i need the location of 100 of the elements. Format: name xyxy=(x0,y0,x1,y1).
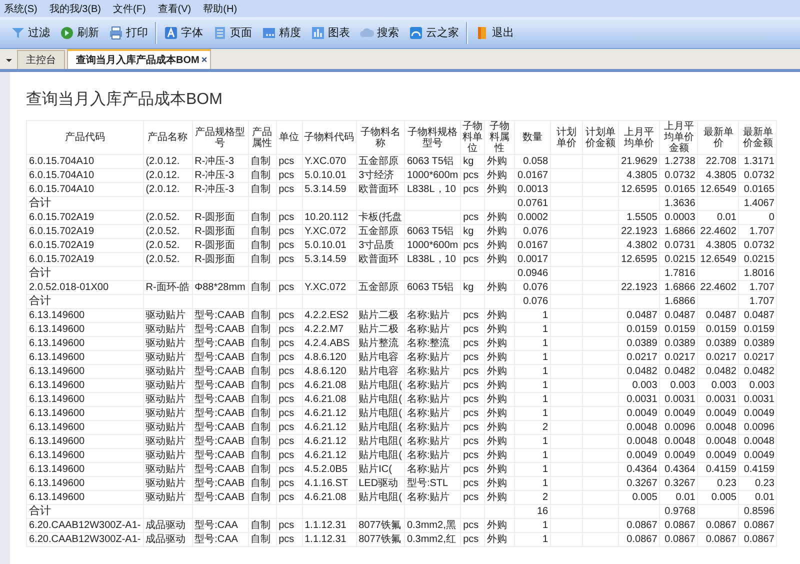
table-cell: 6.13.149600 xyxy=(26,350,144,364)
table-cell: 0.23 xyxy=(698,476,739,490)
table-cell: pcs xyxy=(276,420,302,434)
table-cell: 4.6.21.12 xyxy=(302,406,356,420)
table-cell: 4.8.6.120 xyxy=(302,350,356,364)
toolbar-button[interactable]: 刷新 xyxy=(57,23,102,42)
toolbar-button[interactable]: 云之家 xyxy=(406,23,462,42)
table-cell: 0.0031 xyxy=(618,392,660,406)
table-cell: 外购 xyxy=(484,336,515,350)
table-cell: 自制 xyxy=(248,406,276,420)
table-cell: 0.0049 xyxy=(618,448,660,462)
table-cell: 1000*600m xyxy=(404,238,461,252)
table-cell: 贴片电阻( xyxy=(356,392,404,406)
table-cell: 自制 xyxy=(248,238,276,252)
table-cell: 1.3636 xyxy=(660,196,698,210)
table-cell: 0.0487 xyxy=(738,308,777,322)
table-cell: 驱动贴片 xyxy=(143,336,192,350)
table-cell: 0 xyxy=(738,210,777,224)
table-cell: 1 xyxy=(514,308,551,322)
toolbar-button[interactable]: 过滤 xyxy=(8,23,53,42)
table-cell: pcs xyxy=(460,210,485,224)
table-cell: 0.0031 xyxy=(738,392,777,406)
table-cell: pcs xyxy=(460,322,485,336)
table-cell: 5.0.10.01 xyxy=(302,168,356,182)
table-cell: 0.0002 xyxy=(514,210,551,224)
table-cell: pcs xyxy=(460,490,485,504)
table-cell: pcs xyxy=(460,392,485,406)
table-cell: 驱动贴片 xyxy=(143,448,192,462)
table-cell: 型号:CAAB xyxy=(192,336,248,350)
toolbar-button[interactable]: 页面 xyxy=(210,23,255,42)
table-cell: (2.0.12. xyxy=(143,182,192,196)
table-cell: 外购 xyxy=(484,490,515,504)
table-cell: pcs xyxy=(460,462,485,476)
table-cell: 名称:贴片 xyxy=(404,350,461,364)
table-cell: 0.0167 xyxy=(514,168,551,182)
table-cell: 1000*600m xyxy=(404,168,461,182)
table-cell: pcs xyxy=(276,308,302,322)
table-cell: 自制 xyxy=(248,182,276,196)
table-cell: 4.3805 xyxy=(618,168,660,182)
menu-item[interactable]: 系统(S) xyxy=(4,2,38,16)
table-cell: Y.XC.070 xyxy=(302,154,356,168)
table-cell: 1 xyxy=(514,392,551,406)
table-cell: 0.0389 xyxy=(698,336,739,350)
table-cell: pcs xyxy=(460,434,485,448)
column-header: 计划单价 xyxy=(550,120,583,154)
table-cell: pcs xyxy=(276,392,302,406)
table-cell: 0.0096 xyxy=(660,420,698,434)
column-header: 子物料名称 xyxy=(356,120,404,154)
table-cell: 驱动贴片 xyxy=(143,364,192,378)
table-cell: 0.0487 xyxy=(660,308,698,322)
menu-item[interactable]: 文件(F) xyxy=(113,2,146,16)
table-cell: 贴片二极 xyxy=(356,322,404,336)
tab[interactable]: 查询当月入库产品成本BOM × xyxy=(67,49,212,69)
table-cell: 1 xyxy=(514,518,551,532)
table-cell: pcs xyxy=(460,168,485,182)
toolbar-button[interactable]: 打印 xyxy=(106,23,151,42)
table-cell: 5.3.14.59 xyxy=(302,182,356,196)
table-cell: 型号:STL xyxy=(404,476,461,490)
table-cell: R-圆形面 xyxy=(192,252,248,266)
table-cell: 型号:CAAB xyxy=(192,322,248,336)
table-cell: kg xyxy=(460,154,485,168)
table-cell: 名称:贴片 xyxy=(404,308,461,322)
menu-item[interactable]: 查看(V) xyxy=(158,2,192,16)
table-cell: 4.3805 xyxy=(698,238,739,252)
table-cell: 0.0049 xyxy=(738,448,777,462)
toolbar-button[interactable]: 退出 xyxy=(472,23,517,42)
table-cell: 外购 xyxy=(484,378,515,392)
table-cell: 1 xyxy=(514,448,551,462)
table-cell: pcs xyxy=(460,476,485,490)
table-cell: 0.0165 xyxy=(660,182,698,196)
table-cell: 0.0017 xyxy=(514,252,551,266)
table-cell: 型号:CAAB xyxy=(192,476,248,490)
toolbar-button[interactable]: 图表 xyxy=(308,23,353,42)
column-header: 上月平均单价 xyxy=(618,120,660,154)
table-cell: R-圆形面 xyxy=(192,224,248,238)
table-cell: (2.0.12. xyxy=(143,168,192,182)
table-cell: Y.XC.072 xyxy=(302,224,356,238)
table-cell: 10.20.112 xyxy=(302,210,356,224)
table-cell: 成品驱动 xyxy=(143,532,192,546)
table-cell: 名称:贴片 xyxy=(404,406,461,420)
toolbar-button[interactable]: 精度 xyxy=(259,23,304,42)
toolbar-button[interactable]: 搜索 xyxy=(357,23,402,42)
table-cell: R-面环-皓 xyxy=(143,280,192,294)
font-icon xyxy=(164,26,178,40)
menu-item[interactable]: 我的我/3(B) xyxy=(49,2,102,16)
table-cell: 欧普面环 xyxy=(356,252,404,266)
toolbar-button[interactable]: 字体 xyxy=(161,23,206,42)
table-cell: 0.0049 xyxy=(698,406,739,420)
table-cell: 6.0.15.702A19 xyxy=(26,238,144,252)
menu-item[interactable]: 帮助(H) xyxy=(203,2,238,16)
table-cell: 0.0031 xyxy=(660,392,698,406)
table-cell: 外购 xyxy=(484,168,515,182)
table-cell: 自制 xyxy=(248,476,276,490)
table-cell: 0.0217 xyxy=(618,350,660,364)
tab[interactable]: 主控台 xyxy=(17,50,65,69)
table-cell: 自制 xyxy=(248,518,276,532)
table-cell: pcs xyxy=(276,378,302,392)
table-cell: 驱动贴片 xyxy=(143,420,192,434)
close-icon[interactable]: × xyxy=(201,55,208,66)
table-cell: (2.0.52. xyxy=(143,224,192,238)
